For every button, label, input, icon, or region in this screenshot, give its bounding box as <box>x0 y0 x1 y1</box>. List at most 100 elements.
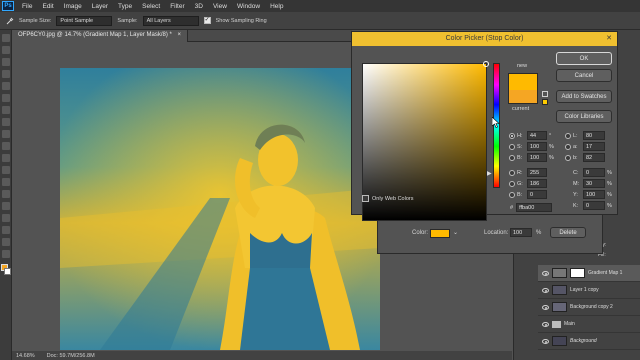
l-input[interactable]: 80 <box>583 131 605 140</box>
r-radio[interactable] <box>509 169 515 176</box>
move-tool-icon[interactable] <box>2 34 10 42</box>
menu-3d[interactable]: 3D <box>190 3 208 10</box>
g-radio[interactable] <box>509 180 515 187</box>
eraser-tool-icon[interactable] <box>2 154 10 162</box>
chevron-down-icon[interactable]: ⌄ <box>453 229 458 236</box>
brush-tool-icon[interactable] <box>2 118 10 126</box>
menu-filter[interactable]: Filter <box>165 3 189 10</box>
zoom-tool-icon[interactable] <box>2 250 10 258</box>
r-input[interactable]: 255 <box>527 168 547 177</box>
a-input[interactable]: 17 <box>583 142 605 151</box>
menu-help[interactable]: Help <box>265 3 288 10</box>
blue-input[interactable]: 0 <box>527 190 547 199</box>
c-input[interactable]: 0 <box>583 168 605 177</box>
menu-view[interactable]: View <box>208 3 232 10</box>
visibility-eye-icon[interactable] <box>542 270 549 276</box>
layer-row[interactable]: Background copy 2 <box>538 299 640 316</box>
healing-tool-icon[interactable] <box>2 106 10 114</box>
visibility-eye-icon[interactable] <box>542 287 549 293</box>
hand-tool-icon[interactable] <box>2 238 10 246</box>
visibility-eye-icon[interactable] <box>542 321 549 327</box>
add-to-swatches-button[interactable]: Add to Swatches <box>556 90 612 103</box>
stamp-tool-icon[interactable] <box>2 130 10 138</box>
eyedropper-tool-icon[interactable] <box>2 94 10 102</box>
k-input[interactable]: 0 <box>583 201 605 210</box>
layer-row[interactable]: Main <box>538 316 640 333</box>
delete-stop-button[interactable]: Delete <box>550 227 586 238</box>
ok-button[interactable]: OK <box>556 52 612 65</box>
location-input[interactable]: 100 <box>510 228 532 237</box>
shape-tool-icon[interactable] <box>2 226 10 234</box>
menu-file[interactable]: File <box>17 3 37 10</box>
menu-select[interactable]: Select <box>137 3 165 10</box>
cmyk-fields: C: 0 % M: 30 % Y: 100 % K: 0 % <box>573 167 617 211</box>
m-label: M: <box>573 180 580 187</box>
location-unit: % <box>536 230 542 236</box>
menu-window[interactable]: Window <box>232 3 265 10</box>
l-radio[interactable] <box>565 132 571 139</box>
zoom-level[interactable]: 14.68% <box>16 353 35 359</box>
show-sampling-ring-checkbox[interactable]: ✓ <box>203 17 211 24</box>
menu-edit[interactable]: Edit <box>37 3 58 10</box>
web-safe-swatch[interactable] <box>542 99 548 105</box>
s-input[interactable]: 100 <box>527 142 547 151</box>
menu-image[interactable]: Image <box>59 3 87 10</box>
history-brush-tool-icon[interactable] <box>2 142 10 150</box>
path-select-tool-icon[interactable] <box>2 214 10 222</box>
layer-row[interactable]: Gradient Map 1 <box>538 265 640 282</box>
g-input[interactable]: 186 <box>527 179 547 188</box>
h-radio[interactable] <box>509 132 515 139</box>
layer-row[interactable]: Background <box>538 333 640 350</box>
visibility-eye-icon[interactable] <box>542 338 549 344</box>
close-tab-icon[interactable]: × <box>178 32 182 38</box>
menu-bar: Ps File Edit Image Layer Type Select Fil… <box>0 0 640 12</box>
eyedropper-icon[interactable] <box>6 17 14 25</box>
background-color-swatch[interactable] <box>4 268 11 275</box>
crop-tool-icon[interactable] <box>2 82 10 90</box>
sample-dropdown[interactable]: All Layers <box>142 15 199 26</box>
sample-size-dropdown[interactable]: Point Sample <box>56 15 113 26</box>
layers-list: Gradient Map 1 Layer 1 copy Background c… <box>538 265 640 350</box>
gradient-color-swatch[interactable] <box>430 229 450 238</box>
layer-thumbnail <box>552 336 567 346</box>
gradient-tool-icon[interactable] <box>2 166 10 174</box>
layer-row[interactable]: Layer 1 copy <box>538 282 640 299</box>
sample-label: Sample: <box>117 17 138 24</box>
lasso-tool-icon[interactable] <box>2 58 10 66</box>
only-web-colors-checkbox[interactable] <box>362 195 369 202</box>
marquee-tool-icon[interactable] <box>2 46 10 54</box>
c-unit: % <box>607 169 612 176</box>
b-input[interactable]: 100 <box>527 153 547 162</box>
document-canvas[interactable] <box>60 68 380 350</box>
a-radio[interactable] <box>565 143 571 150</box>
mask-thumbnail[interactable] <box>570 268 585 278</box>
lab-b-input[interactable]: 82 <box>583 153 605 162</box>
visibility-eye-icon[interactable] <box>542 304 549 310</box>
lab-fields: L: 80 a: 17 b: 82 <box>565 130 615 163</box>
blue-label: B: <box>517 191 523 198</box>
s-unit: % <box>549 143 554 150</box>
quick-select-tool-icon[interactable] <box>2 70 10 78</box>
l-label: L: <box>573 132 578 139</box>
m-input[interactable]: 30 <box>583 179 605 188</box>
pen-tool-icon[interactable] <box>2 190 10 198</box>
menu-type[interactable]: Type <box>113 3 137 10</box>
sample-size-label: Sample Size: <box>19 17 52 24</box>
blue-radio[interactable] <box>509 191 515 198</box>
h-input[interactable]: 44 <box>527 131 547 140</box>
current-color-swatch[interactable] <box>508 90 538 104</box>
y-input[interactable]: 100 <box>583 190 605 199</box>
menu-layer[interactable]: Layer <box>87 3 113 10</box>
document-tab[interactable]: OFP6CY0.jpg @ 14.7% (Gradient Map 1, Lay… <box>12 30 189 42</box>
color-libraries-button[interactable]: Color Libraries <box>556 110 612 123</box>
dodge-tool-icon[interactable] <box>2 178 10 186</box>
lab-b-radio[interactable] <box>565 154 571 161</box>
close-icon[interactable]: ✕ <box>604 35 614 43</box>
hex-input[interactable]: ffba00 <box>516 203 553 212</box>
s-radio[interactable] <box>509 143 515 150</box>
hue-slider-arrow-icon[interactable]: ▶ <box>487 170 492 177</box>
cube-icon[interactable] <box>542 91 548 97</box>
type-tool-icon[interactable] <box>2 202 10 210</box>
b-radio[interactable] <box>509 154 515 161</box>
cancel-button[interactable]: Cancel <box>556 69 612 82</box>
